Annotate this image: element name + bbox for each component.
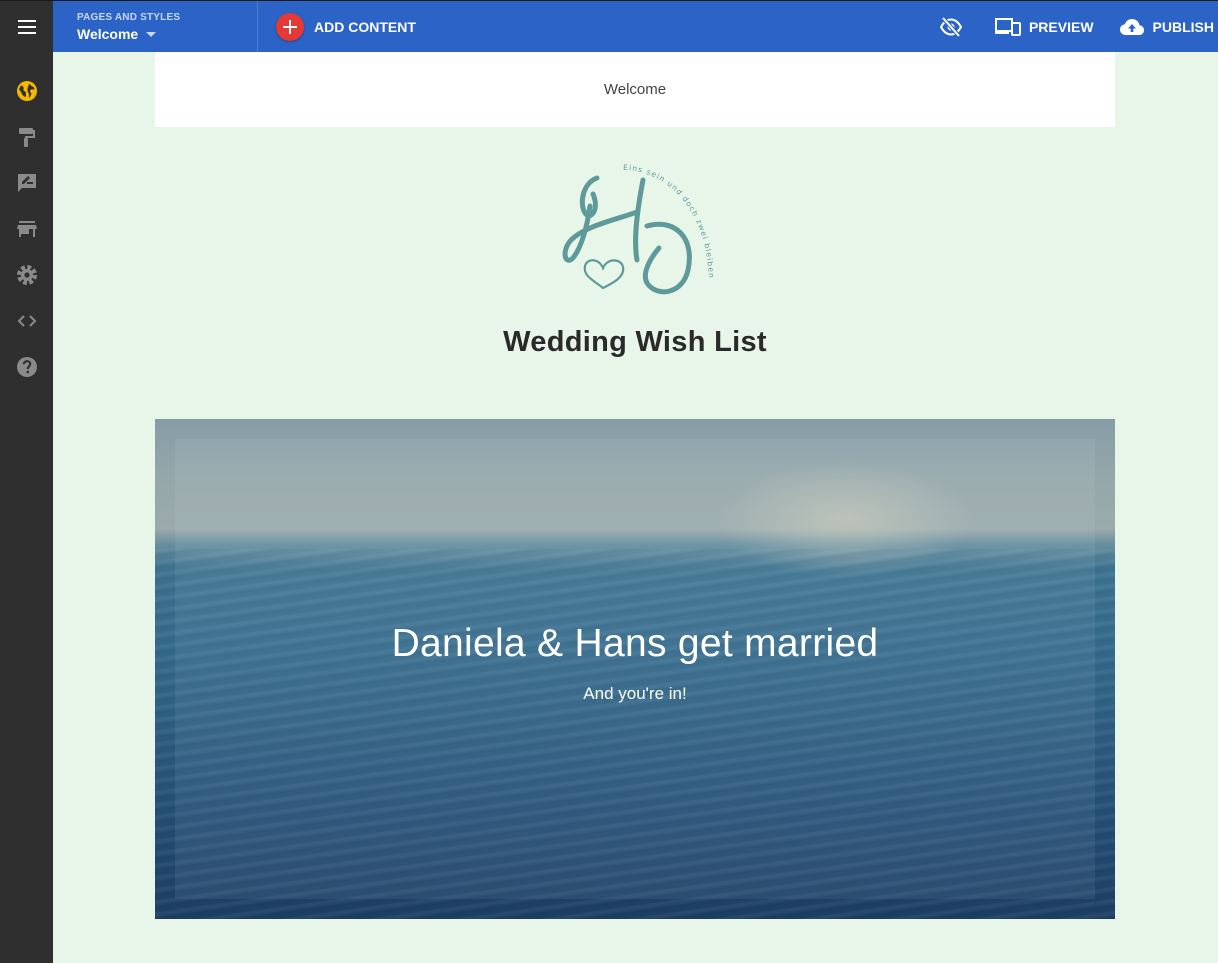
left-sidebar [0, 52, 53, 963]
hero-frame [175, 439, 1095, 899]
publish-label: PUBLISH [1152, 19, 1214, 35]
store-icon [17, 221, 37, 237]
pages-and-styles-selector[interactable]: PAGES AND STYLES Welcome [53, 1, 258, 53]
preview-label: PREVIEW [1028, 19, 1094, 35]
add-content-button[interactable]: ADD CONTENT [276, 12, 416, 42]
nav-link-welcome[interactable]: Welcome [604, 81, 666, 98]
design-button[interactable] [14, 124, 40, 150]
code-icon [17, 315, 37, 327]
feedback-icon [18, 174, 36, 192]
caret-down-icon [146, 32, 157, 37]
current-page-name: Welcome [77, 26, 139, 42]
site-logo[interactable]: Eins sein und doch zwei bleiben [545, 148, 730, 308]
menu-button[interactable] [0, 1, 53, 53]
cloud-upload-icon [1119, 19, 1144, 35]
site-navigation: Welcome [155, 52, 1115, 127]
hero-banner: Daniela & Hans get married And you're in… [155, 419, 1115, 919]
eye-off-icon [939, 16, 963, 38]
add-content-label: ADD CONTENT [314, 19, 416, 35]
help-icon [17, 357, 37, 377]
devices-icon [994, 18, 1021, 36]
paint-roller-icon [19, 128, 35, 147]
settings-button[interactable] [14, 262, 40, 288]
help-button[interactable] [14, 354, 40, 380]
hamburger-icon [17, 20, 36, 34]
site-title: Wedding Wish List [503, 326, 767, 358]
feedback-button[interactable] [14, 170, 40, 196]
code-button[interactable] [14, 308, 40, 334]
gear-icon [17, 265, 37, 285]
site-button[interactable] [14, 78, 40, 104]
pages-and-styles-label: PAGES AND STYLES [77, 12, 181, 23]
preview-button[interactable]: PREVIEW [994, 17, 1094, 37]
hero-subtitle: And you're in! [583, 684, 687, 703]
plus-icon [276, 13, 304, 41]
hero-title: Daniela & Hans get married [391, 622, 879, 665]
publish-button[interactable]: PUBLISH [1119, 17, 1214, 37]
hide-button[interactable] [939, 15, 963, 39]
store-button[interactable] [14, 216, 40, 242]
globe-icon [17, 81, 37, 101]
top-toolbar: PAGES AND STYLES Welcome ADD CONTENT PRE… [0, 0, 1218, 53]
